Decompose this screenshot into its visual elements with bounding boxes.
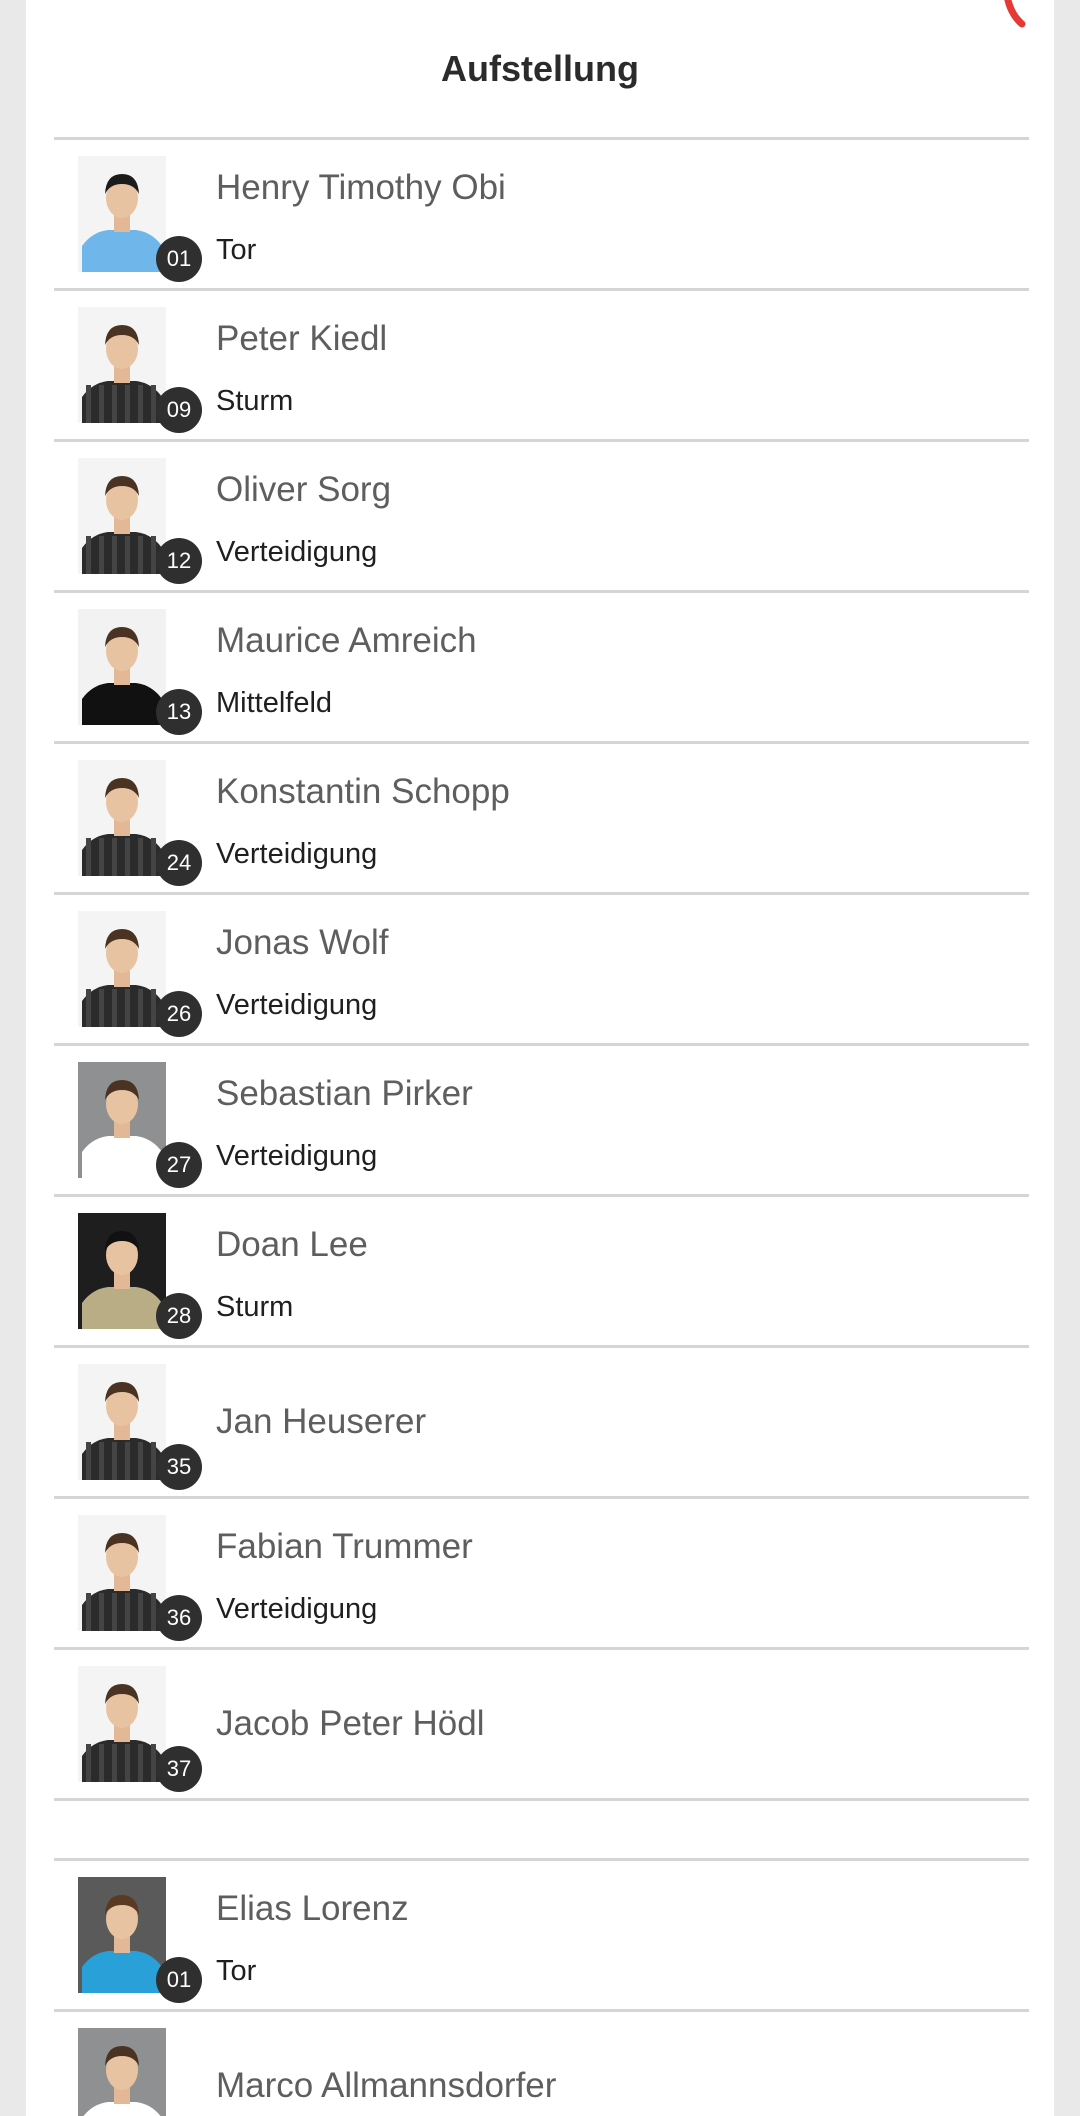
player-photo bbox=[78, 609, 166, 725]
player-name[interactable]: Jonas Wolf bbox=[216, 923, 389, 963]
player-row[interactable]: 12 Oliver Sorg Verteidigung bbox=[54, 442, 1029, 593]
jersey-number-badge: 36 bbox=[156, 1595, 202, 1641]
player-row[interactable]: 28 Doan Lee Sturm bbox=[54, 1197, 1029, 1348]
player-row[interactable]: 26 Jonas Wolf Verteidigung bbox=[54, 895, 1029, 1046]
player-name[interactable]: Marco Allmannsdorfer bbox=[216, 2066, 556, 2106]
jersey-number-badge: 13 bbox=[156, 689, 202, 735]
page-title: Aufstellung bbox=[441, 48, 639, 89]
player-name[interactable]: Henry Timothy Obi bbox=[216, 168, 506, 208]
player-row[interactable]: 13 Maurice Amreich Mittelfeld bbox=[54, 593, 1029, 744]
player-row[interactable]: 01 Henry Timothy Obi Tor bbox=[54, 140, 1029, 291]
player-position: Verteidigung bbox=[216, 838, 378, 870]
player-name[interactable]: Konstantin Schopp bbox=[216, 772, 510, 812]
player-position: Mittelfeld bbox=[216, 687, 333, 719]
jersey-number-badge: 12 bbox=[156, 538, 202, 584]
jersey-number-badge: 26 bbox=[156, 991, 202, 1037]
player-row[interactable]: 35 Jan Heuserer bbox=[54, 1348, 1029, 1499]
player-photo bbox=[78, 307, 166, 423]
player-photo bbox=[78, 458, 166, 574]
player-position: Tor bbox=[216, 234, 257, 266]
player-photo bbox=[78, 1213, 166, 1329]
player-photo bbox=[78, 1877, 166, 1993]
lineup-list: 01 Henry Timothy Obi Tor 09 Peter Kiedl Stur… bbox=[54, 137, 1029, 2116]
jersey-number-badge: 28 bbox=[156, 1293, 202, 1339]
player-photo bbox=[78, 2028, 166, 2116]
player-row[interactable]: 36 Fabian Trummer Verteidigung bbox=[54, 1499, 1029, 1650]
player-position: Verteidigung bbox=[216, 989, 378, 1021]
player-position: Tor bbox=[216, 1955, 257, 1987]
jersey-number-badge: 37 bbox=[156, 1746, 202, 1792]
player-row[interactable]: 01 Elias Lorenz Tor bbox=[54, 1861, 1029, 2012]
player-position: Verteidigung bbox=[216, 536, 378, 568]
player-name[interactable]: Doan Lee bbox=[216, 1225, 368, 1265]
jersey-number-badge: 09 bbox=[156, 387, 202, 433]
player-position: Sturm bbox=[216, 385, 294, 417]
jersey-number-badge: 01 bbox=[156, 236, 202, 282]
jersey-number-badge: 24 bbox=[156, 840, 202, 886]
player-name[interactable]: Jacob Peter Hödl bbox=[216, 1704, 484, 1744]
player-photo bbox=[78, 911, 166, 1027]
player-row[interactable]: 09 Peter Kiedl Sturm bbox=[54, 291, 1029, 442]
section-divider bbox=[54, 1801, 1029, 1861]
player-row[interactable]: 37 Jacob Peter Hödl bbox=[54, 1650, 1029, 1801]
player-photo bbox=[78, 1364, 166, 1480]
player-photo bbox=[78, 1666, 166, 1782]
player-name[interactable]: Sebastian Pirker bbox=[216, 1074, 473, 1114]
player-position: Sturm bbox=[216, 1291, 294, 1323]
player-photo bbox=[78, 1062, 166, 1178]
player-position: Verteidigung bbox=[216, 1140, 378, 1172]
player-position: Verteidigung bbox=[216, 1593, 378, 1625]
player-name[interactable]: Fabian Trummer bbox=[216, 1527, 473, 1567]
player-name[interactable]: Jan Heuserer bbox=[216, 1402, 426, 1442]
player-row[interactable]: Marco Allmannsdorfer bbox=[54, 2012, 1029, 2116]
player-photo bbox=[78, 1515, 166, 1631]
player-name[interactable]: Elias Lorenz bbox=[216, 1889, 409, 1929]
jersey-number-badge: 27 bbox=[156, 1142, 202, 1188]
player-row[interactable]: 27 Sebastian Pirker Verteidigung bbox=[54, 1046, 1029, 1197]
close-icon[interactable] bbox=[1002, 0, 1026, 32]
jersey-number-badge: 01 bbox=[156, 1957, 202, 2003]
player-photo bbox=[78, 156, 166, 272]
player-name[interactable]: Oliver Sorg bbox=[216, 470, 391, 510]
lineup-card: Aufstellung 01 Henry Timothy Obi Tor 09 Pet… bbox=[26, 0, 1054, 2116]
player-row[interactable]: 24 Konstantin Schopp Verteidigung bbox=[54, 744, 1029, 895]
player-name[interactable]: Peter Kiedl bbox=[216, 319, 387, 359]
player-name[interactable]: Maurice Amreich bbox=[216, 621, 477, 661]
player-photo bbox=[78, 760, 166, 876]
jersey-number-badge: 35 bbox=[156, 1444, 202, 1490]
